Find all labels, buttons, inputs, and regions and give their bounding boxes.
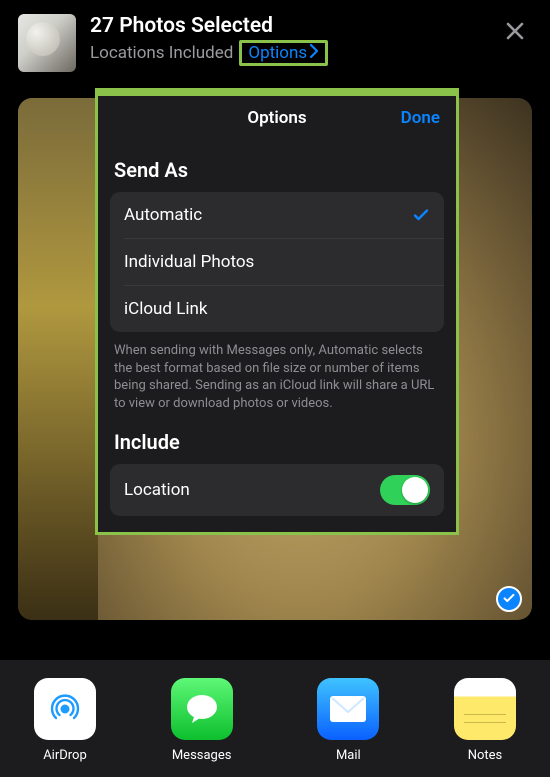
include-location-row: Location: [110, 464, 444, 516]
include-location-label: Location: [124, 480, 190, 500]
selection-subtitle: Locations Included: [90, 43, 233, 63]
send-as-automatic-label: Automatic: [124, 205, 202, 225]
share-target-label: Notes: [468, 748, 503, 763]
checkmark-icon: [502, 590, 516, 609]
share-sheet-header: 27 Photos Selected Locations Included Op…: [0, 0, 550, 82]
share-target-bar: AirDrop Messages Mail Notes: [0, 660, 550, 777]
done-button[interactable]: Done: [401, 108, 440, 128]
notes-icon: [454, 678, 516, 740]
send-as-automatic[interactable]: Automatic: [110, 192, 444, 238]
close-icon: [505, 18, 525, 48]
send-as-list: Automatic Individual Photos iCloud Link: [110, 192, 444, 332]
send-as-individual-label: Individual Photos: [124, 252, 254, 272]
messages-icon: [171, 678, 233, 740]
share-target-mail[interactable]: Mail: [293, 678, 403, 763]
send-as-footer: When sending with Messages only, Automat…: [114, 342, 440, 412]
share-target-label: Mail: [336, 748, 361, 763]
selected-photo-thumbnail: [18, 14, 76, 72]
share-target-airdrop[interactable]: AirDrop: [20, 678, 110, 763]
toggle-knob: [402, 477, 428, 503]
send-as-icloud-link[interactable]: iCloud Link: [110, 286, 444, 332]
preview-neighbor-photo: [18, 98, 98, 620]
send-as-individual-photos[interactable]: Individual Photos: [110, 239, 444, 285]
share-target-messages[interactable]: Messages: [147, 678, 257, 763]
subtitle-row: Locations Included Options: [90, 40, 484, 66]
chevron-right-icon: [309, 43, 319, 63]
close-button[interactable]: [498, 16, 532, 50]
options-link-label: Options: [248, 43, 307, 63]
include-section-label: Include: [114, 430, 440, 454]
include-location-toggle[interactable]: [380, 475, 430, 505]
share-target-label: AirDrop: [43, 748, 87, 763]
selection-title: 27 Photos Selected: [90, 14, 484, 38]
send-as-icloud-label: iCloud Link: [124, 299, 208, 319]
header-titles: 27 Photos Selected Locations Included Op…: [90, 14, 484, 66]
photo-selected-badge: [496, 586, 522, 612]
options-panel-header: Options Done: [98, 96, 456, 140]
airdrop-icon: [34, 678, 96, 740]
mail-icon: [317, 678, 379, 740]
options-link[interactable]: Options: [239, 40, 328, 66]
options-panel: Options Done Send As Automatic Individua…: [95, 88, 459, 535]
share-target-label: Messages: [172, 748, 232, 763]
send-as-section-label: Send As: [114, 158, 440, 182]
options-panel-title: Options: [247, 108, 306, 128]
checkmark-icon: [412, 206, 430, 224]
share-target-notes[interactable]: Notes: [440, 678, 530, 763]
